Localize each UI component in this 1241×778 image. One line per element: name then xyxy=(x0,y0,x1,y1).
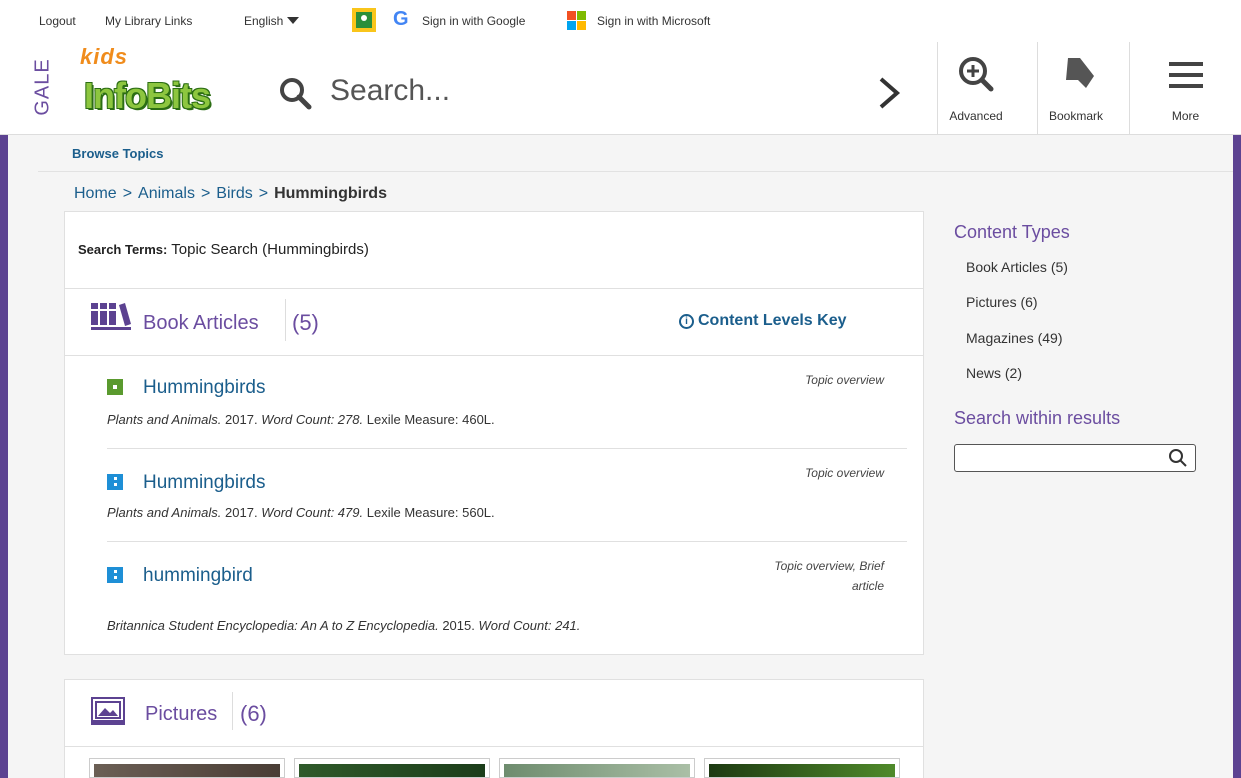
panel-divider xyxy=(65,746,923,747)
picture-thumbnail[interactable] xyxy=(294,758,490,778)
breadcrumb: Home > Animals > Birds > Hummingbirds xyxy=(74,185,387,203)
gale-logo: GALE xyxy=(31,58,54,116)
sign-in-google-link[interactable]: Sign in with Google xyxy=(422,14,525,28)
hamburger-icon xyxy=(1168,62,1203,88)
content-type-news[interactable]: News (2) xyxy=(966,365,1022,381)
info-icon: i xyxy=(679,314,694,329)
google-classroom-icon[interactable] xyxy=(352,8,376,32)
right-purple-bar xyxy=(1233,135,1241,778)
search-terms-value: Topic Search (Hummingbirds) xyxy=(171,241,369,258)
pictures-count: (6) xyxy=(240,701,267,726)
browse-topics-link[interactable]: Browse Topics xyxy=(72,146,164,161)
microsoft-icon xyxy=(567,11,586,30)
more-menu-button[interactable]: More xyxy=(1129,42,1241,135)
language-label: English xyxy=(244,14,284,28)
book-articles-count: (5) xyxy=(292,310,319,335)
google-icon: G xyxy=(393,8,409,30)
content-type-magazines[interactable]: Magazines (49) xyxy=(966,330,1063,346)
content-type-book-articles[interactable]: Book Articles (5) xyxy=(966,259,1068,275)
breadcrumb-home[interactable]: Home xyxy=(74,185,117,202)
search-within-icon[interactable] xyxy=(1168,448,1188,468)
bookmark-icon xyxy=(1066,58,1094,88)
heading-separator xyxy=(285,299,286,341)
breadcrumb-animals[interactable]: Animals xyxy=(138,185,195,202)
site-header: GALE kids InfoBits Search... Advanced Bo… xyxy=(0,42,1241,135)
picture-thumbnail[interactable] xyxy=(89,758,285,778)
article-divider xyxy=(107,541,907,542)
picture-thumbnail[interactable] xyxy=(704,758,900,778)
advanced-label: Advanced xyxy=(949,109,1003,123)
book-articles-heading[interactable]: Book Articles xyxy=(143,312,259,335)
search-within-heading: Search within results xyxy=(954,408,1121,428)
panel-divider xyxy=(65,288,923,289)
search-within-input[interactable] xyxy=(954,444,1196,472)
breadcrumb-separator-icon: > xyxy=(258,185,269,202)
article-meta: Plants and Animals. 2017. Word Count: 47… xyxy=(107,505,495,520)
article-type: Topic overview xyxy=(805,373,884,387)
search-input[interactable]: Search... xyxy=(330,74,450,108)
infobits-logo[interactable]: InfoBits xyxy=(84,75,211,117)
article-divider xyxy=(107,448,907,449)
article-title-link[interactable]: Hummingbirds xyxy=(143,472,265,494)
search-terms: Search Terms: Topic Search (Hummingbirds… xyxy=(78,241,369,258)
search-icon xyxy=(280,78,312,110)
zoom-plus-icon xyxy=(959,57,994,92)
breadcrumb-birds[interactable]: Birds xyxy=(216,185,252,202)
panel-divider xyxy=(65,355,923,356)
library-links-link[interactable]: My Library Links xyxy=(105,14,192,28)
article-type: Topic overview, Brief article xyxy=(774,559,884,593)
heading-separator xyxy=(232,692,233,730)
article-meta: Britannica Student Encyclopedia: An A to… xyxy=(107,618,581,633)
content-types-heading: Content Types xyxy=(954,222,1070,242)
language-dropdown[interactable]: English xyxy=(244,14,300,28)
breadcrumb-current: Hummingbirds xyxy=(274,185,387,202)
content-level-icon xyxy=(107,379,123,395)
picture-icon xyxy=(91,697,125,725)
content-level-icon xyxy=(107,567,123,583)
nav-divider xyxy=(38,171,1233,172)
article-type: Topic overview xyxy=(805,466,884,480)
content-levels-key-label: Content Levels Key xyxy=(698,312,847,329)
utility-bar: Logout My Library Links English G Sign i… xyxy=(0,0,1241,42)
books-icon xyxy=(91,303,131,330)
breadcrumb-separator-icon: > xyxy=(122,185,133,202)
content-level-icon xyxy=(107,474,123,490)
kids-logo-text: kids xyxy=(80,44,129,69)
picture-thumbnail[interactable] xyxy=(499,758,695,778)
logout-link[interactable]: Logout xyxy=(39,14,76,28)
left-purple-bar xyxy=(0,135,8,778)
content-type-pictures[interactable]: Pictures (6) xyxy=(966,294,1038,310)
more-label: More xyxy=(1171,109,1200,123)
bookmark-button[interactable]: Bookmark xyxy=(1037,42,1114,135)
bookmark-label: Bookmark xyxy=(1048,109,1104,123)
breadcrumb-separator-icon: > xyxy=(200,185,211,202)
content-levels-key-link[interactable]: i Content Levels Key xyxy=(679,312,846,330)
pictures-heading[interactable]: Pictures xyxy=(145,703,217,726)
chevron-down-icon xyxy=(287,17,300,24)
advanced-search-button[interactable]: Advanced xyxy=(937,42,1014,135)
sign-in-microsoft-link[interactable]: Sign in with Microsoft xyxy=(597,14,710,28)
article-title-link[interactable]: Hummingbirds xyxy=(143,377,265,399)
article-meta: Plants and Animals. 2017. Word Count: 27… xyxy=(107,412,495,427)
search-terms-label: Search Terms: xyxy=(78,242,168,257)
article-title-link[interactable]: hummingbird xyxy=(143,565,253,587)
search-submit-chevron-icon[interactable] xyxy=(876,76,902,110)
